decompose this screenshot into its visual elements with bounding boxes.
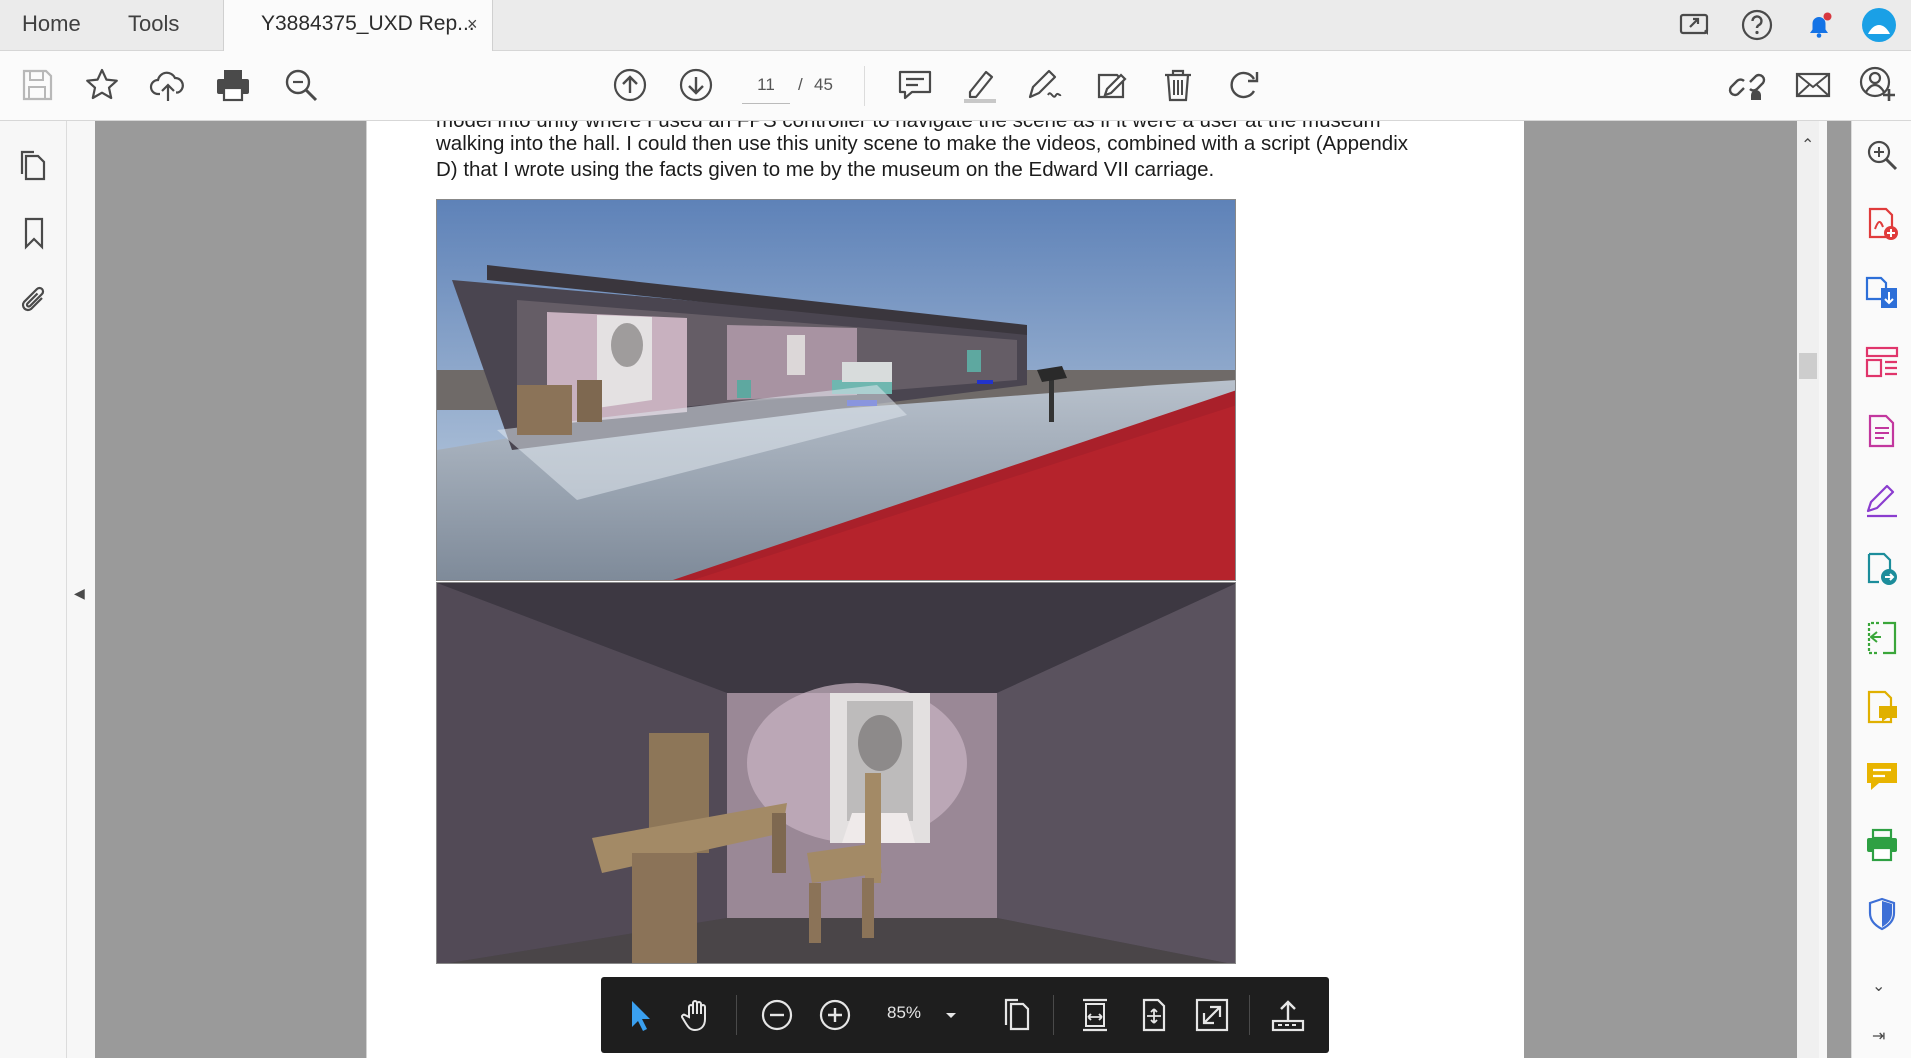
fill-sign-icon[interactable] [1863,481,1901,519]
page-total: 45 [814,75,833,94]
zoom-out-icon[interactable] [757,995,797,1035]
document-viewer[interactable]: ◀ model into unity where I used an FPS c… [67,121,1857,1058]
full-screen-icon[interactable] [1192,995,1232,1035]
zoom-in-icon[interactable] [1863,136,1901,174]
vertical-scrollbar[interactable]: ⌃ [1797,121,1819,1058]
page-down-icon[interactable] [676,65,716,105]
collapse-left-icon[interactable]: ◀ [74,585,85,602]
attachment-icon[interactable] [14,280,54,320]
floating-zoom-toolbar: 85% [601,977,1329,1053]
more-tools-chevron-icon[interactable]: ⌄ [1872,976,1885,996]
edit-icon[interactable] [1863,412,1901,450]
send-icon[interactable] [1863,550,1901,588]
zoom-search-icon[interactable] [281,65,321,105]
add-user-icon[interactable] [1858,65,1898,105]
compress-icon[interactable] [1863,619,1901,657]
fit-page-icon[interactable] [1134,995,1174,1035]
tab-bar: Home Tools Y3884375_UXD Rep... × [0,0,1911,51]
select-cursor-icon[interactable] [619,995,659,1035]
nav-home[interactable]: Home [22,0,81,50]
right-tools-panel: ⌄ ⇥ [1851,121,1911,1058]
bell-icon[interactable] [1800,6,1838,44]
organize-icon[interactable] [1863,343,1901,381]
document-tab[interactable]: Y3884375_UXD Rep... × [223,0,493,51]
cloud-upload-icon[interactable] [148,65,188,105]
star-icon[interactable] [82,65,122,105]
scroll-up-icon[interactable]: ⌃ [1801,135,1814,155]
print-icon[interactable] [213,65,253,105]
zoombar-divider [1053,995,1054,1035]
page-number-input[interactable] [742,66,790,104]
page-view-icon[interactable] [997,995,1037,1035]
mail-icon[interactable] [1793,65,1833,105]
comment-icon[interactable] [895,65,935,105]
zoom-dropdown-icon[interactable] [939,1003,963,1027]
page-separator: / [798,75,803,94]
scroll-thumb[interactable] [1799,353,1817,379]
page-up-icon[interactable] [610,65,650,105]
share-upload-icon[interactable] [1268,995,1308,1035]
bookmark-icon[interactable] [14,213,54,253]
fit-width-icon[interactable] [1075,995,1115,1035]
close-tab-icon[interactable]: × [467,14,478,35]
print-production-icon[interactable] [1863,826,1901,864]
message-icon[interactable] [1863,757,1901,795]
doc-text-line-2: walking into the hall. I could then use … [436,132,1409,155]
museum-room-render-image [436,582,1236,964]
nav-tools[interactable]: Tools [128,0,179,50]
museum-hall-render-image [436,199,1236,581]
rotate-icon[interactable] [1224,65,1264,105]
edit-pdf-icon[interactable] [1091,65,1131,105]
page-thumbnails-icon[interactable] [14,145,54,185]
export-pdf-icon[interactable] [1863,274,1901,312]
doc-text-line-3: D) that I wrote using the facts given to… [436,158,1215,181]
toolbar: / 45 [0,51,1911,121]
create-pdf-icon[interactable] [1863,205,1901,243]
save-icon[interactable] [17,65,57,105]
highlighter-icon[interactable] [960,65,1000,105]
document-tab-title: Y3884375_UXD Rep... [261,12,475,35]
hand-tool-icon[interactable] [677,995,717,1035]
help-icon[interactable] [1738,6,1776,44]
sign-pen-icon[interactable] [1024,65,1064,105]
pdf-page: model into unity where I used an FPS con… [366,121,1524,1058]
comment-tool-icon[interactable] [1863,688,1901,726]
zoom-in-button-icon[interactable] [815,995,855,1035]
left-collapse-strip: ◀ [67,121,95,1058]
link-icon[interactable] [1727,65,1767,105]
zoombar-divider [1249,995,1250,1035]
zoom-level[interactable]: 85% [887,1003,921,1023]
protect-icon[interactable] [1863,895,1901,933]
toolbar-divider [864,66,865,106]
profile-icon[interactable] [1860,6,1898,44]
collapse-panel-icon[interactable]: ⇥ [1872,1026,1885,1046]
zoombar-divider [736,995,737,1035]
left-navigation-panel [0,121,67,1058]
delete-icon[interactable] [1158,65,1198,105]
share-screen-icon[interactable] [1676,6,1714,44]
